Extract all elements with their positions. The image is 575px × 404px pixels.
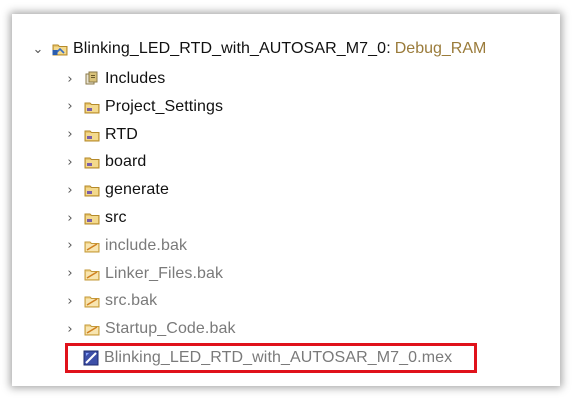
- project-explorer-panel: ⌄ Blinking_LED_RTD_with_AUTOSAR_M7_0: Deb…: [12, 14, 560, 386]
- chevron-right-icon[interactable]: ›: [64, 287, 76, 315]
- tree-item-label: src.bak: [105, 292, 158, 310]
- chevron-right-icon[interactable]: ›: [64, 260, 76, 288]
- chevron-right-icon[interactable]: ›: [64, 65, 76, 93]
- tree-item-project-settings[interactable]: › Project_Settings: [64, 93, 223, 121]
- source-folder-icon: [84, 154, 100, 170]
- project-icon: [52, 41, 68, 57]
- tree-item-label: board: [105, 153, 147, 171]
- project-separator: :: [386, 40, 391, 57]
- project-name: Blinking_LED_RTD_with_AUTOSAR_M7_0: [73, 40, 387, 57]
- project-tree: ⌄ Blinking_LED_RTD_with_AUTOSAR_M7_0: Deb…: [12, 14, 560, 386]
- tree-item-label: include.bak: [105, 236, 188, 254]
- chevron-right-icon[interactable]: ›: [64, 121, 76, 149]
- tree-item-label: Project_Settings: [105, 97, 224, 115]
- project-config: Debug_RAM: [394, 40, 487, 57]
- chevron-right-icon[interactable]: ›: [64, 176, 76, 204]
- includes-icon: [84, 71, 100, 87]
- tree-item-generate[interactable]: › generate: [64, 176, 169, 204]
- tree-item-startup-code-bak[interactable]: › Startup_Code.bak: [64, 315, 236, 343]
- excluded-folder-icon: [84, 238, 100, 254]
- chevron-right-icon[interactable]: ›: [64, 315, 76, 343]
- tree-item-board[interactable]: › board: [64, 148, 146, 176]
- excluded-folder-icon: [84, 293, 100, 309]
- chevron-right-icon[interactable]: ›: [64, 204, 76, 232]
- tree-item-rtd[interactable]: › RTD: [64, 121, 138, 149]
- tree-item-label: Includes: [105, 70, 166, 87]
- chevron-right-icon[interactable]: ›: [64, 93, 76, 121]
- excluded-folder-icon: [84, 321, 100, 337]
- chevron-down-icon[interactable]: ⌄: [32, 35, 44, 63]
- excluded-folder-icon: [84, 266, 100, 282]
- tree-item-label: Startup_Code.bak: [105, 320, 236, 338]
- project-root-row[interactable]: ⌄ Blinking_LED_RTD_with_AUTOSAR_M7_0: Deb…: [32, 35, 487, 63]
- highlight-box: [65, 343, 477, 373]
- tree-item-src[interactable]: › src: [64, 204, 127, 232]
- chevron-right-icon[interactable]: ›: [64, 148, 76, 176]
- tree-item-linker-files-bak[interactable]: › Linker_Files.bak: [64, 260, 223, 288]
- tree-item-label: RTD: [105, 125, 138, 143]
- tree-item-include-bak[interactable]: › include.bak: [64, 232, 187, 260]
- tree-item-includes[interactable]: › Includes: [64, 65, 165, 93]
- tree-item-label: src: [105, 209, 127, 226]
- tree-item-label: generate: [105, 181, 169, 199]
- source-folder-icon: [84, 127, 100, 143]
- source-folder-icon: [84, 210, 100, 226]
- chevron-right-icon[interactable]: ›: [64, 232, 76, 260]
- tree-item-src-bak[interactable]: › src.bak: [64, 287, 157, 315]
- source-folder-icon: [84, 182, 100, 198]
- tree-item-label: Linker_Files.bak: [105, 264, 224, 282]
- source-folder-icon: [84, 99, 100, 115]
